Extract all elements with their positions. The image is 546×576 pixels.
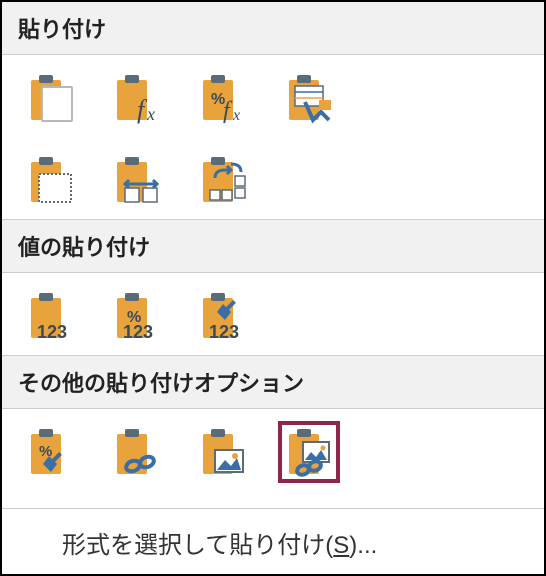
svg-text:123: 123	[123, 322, 153, 342]
clipboard-link-icon	[111, 426, 163, 478]
paste-no-borders-button[interactable]	[22, 151, 80, 209]
paste-row-1: f x % f x	[2, 55, 544, 137]
paste-link-button[interactable]	[108, 423, 166, 481]
paste-values-source-format-button[interactable]: 123	[194, 287, 252, 345]
clipboard-column-width-icon	[111, 154, 163, 206]
paste-all-button[interactable]	[22, 69, 80, 127]
clipboard-no-border-icon	[25, 154, 77, 206]
paste-linked-picture-button[interactable]	[280, 423, 338, 481]
paste-formulas-number-format-button[interactable]: % f x	[194, 69, 252, 127]
clipboard-source-format-icon	[283, 72, 335, 124]
paste-special-text-before: 形式を選択して貼り付け(	[62, 532, 333, 559]
paste-special-text-after: )...	[349, 532, 377, 559]
clipboard-paste-icon	[25, 72, 77, 124]
paste-transpose-button[interactable]	[194, 151, 252, 209]
svg-text:x: x	[232, 107, 240, 124]
paste-picture-button[interactable]	[194, 423, 252, 481]
clipboard-brush-123-icon: 123	[197, 290, 249, 342]
paste-keep-source-formatting-button[interactable]	[280, 69, 338, 127]
section-header-other: その他の貼り付けオプション	[2, 355, 544, 409]
paste-formatting-button[interactable]: %	[22, 423, 80, 481]
paste-values-button[interactable]: 123	[22, 287, 80, 345]
clipboard-transpose-icon	[197, 154, 249, 206]
paste-special-hotkey: S	[333, 532, 349, 559]
clipboard-linked-picture-icon	[283, 426, 335, 478]
clipboard-picture-icon	[197, 426, 249, 478]
clipboard-percent-brush-icon: %	[25, 426, 77, 478]
clipboard-percent-fx-icon: % f x	[197, 72, 249, 124]
clipboard-123-icon: 123	[25, 290, 77, 342]
paste-options-panel: 貼り付け f x % f x	[0, 0, 546, 576]
svg-text:x: x	[146, 104, 155, 124]
section-header-values: 値の貼り付け	[2, 219, 544, 273]
values-row: 123 % 123 123	[2, 273, 544, 355]
clipboard-fx-icon: f x	[111, 72, 163, 124]
section-header-paste: 貼り付け	[2, 2, 544, 55]
clipboard-percent-123-icon: % 123	[111, 290, 163, 342]
other-row: %	[2, 409, 544, 491]
paste-column-widths-button[interactable]	[108, 151, 166, 209]
paste-values-number-format-button[interactable]: % 123	[108, 287, 166, 345]
paste-row-2	[2, 137, 544, 219]
paste-formulas-button[interactable]: f x	[108, 69, 166, 127]
svg-text:123: 123	[37, 322, 67, 342]
paste-special-menu-item[interactable]: 形式を選択して貼り付け(S)...	[2, 508, 544, 574]
svg-text:123: 123	[209, 322, 239, 342]
